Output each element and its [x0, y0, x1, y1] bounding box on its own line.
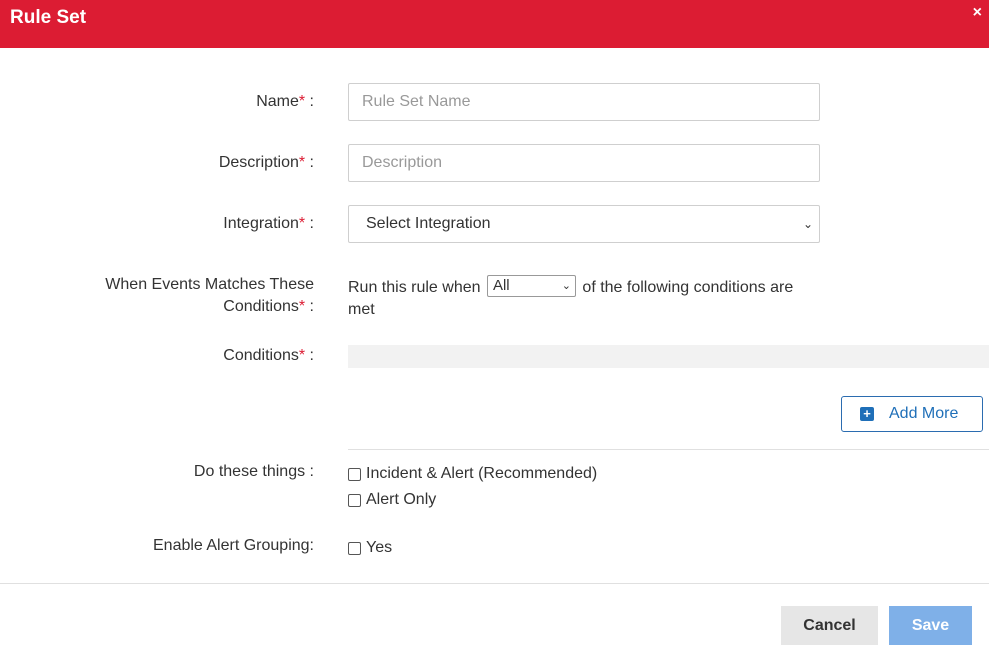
plus-square-icon: +	[860, 407, 874, 421]
rule-set-name-placeholder: Rule Set Name	[362, 93, 471, 110]
save-button[interactable]: Save	[889, 606, 972, 645]
description-label: Description* :	[218, 154, 314, 171]
actions-label: Do these things :	[193, 463, 314, 480]
rule-set-modal: Rule Set × Name* : Rule Set Name Descrip…	[0, 0, 989, 653]
chevron-down-icon: ⌄	[802, 217, 813, 231]
conditions-label: Conditions* :	[223, 347, 314, 364]
incident-alert-option: Incident & Alert (Recommended)	[348, 464, 597, 484]
integration-select[interactable]: Select Integration ⌄	[348, 205, 820, 243]
integration-selected-value: Select Integration	[366, 215, 491, 232]
incident-alert-checkbox[interactable]	[348, 467, 361, 481]
match-mode-select[interactable]: All ⌄	[486, 275, 576, 297]
alert-grouping-checkbox[interactable]	[348, 541, 361, 555]
add-more-button[interactable]: + Add More	[841, 396, 983, 432]
alert-grouping-label: Enable Alert Grouping:	[153, 537, 314, 554]
footer-divider	[0, 583, 989, 584]
run-rule-sentence: Run this rule when All ⌄ of the followin…	[348, 275, 794, 319]
integration-label: Integration* :	[223, 215, 314, 232]
modal-header: Rule Set ×	[0, 0, 989, 48]
alert-only-checkbox[interactable]	[348, 493, 361, 507]
cancel-button[interactable]: Cancel	[781, 606, 878, 645]
description-placeholder: Description	[362, 154, 443, 171]
rule-set-name-input[interactable]: Rule Set Name	[348, 83, 820, 121]
chevron-down-icon: ⌄	[561, 280, 571, 292]
conditions-container	[348, 345, 989, 368]
conditions-match-label: When Events Matches These Conditions* :	[105, 276, 314, 315]
description-input[interactable]: Description	[348, 144, 820, 182]
name-label: Name* :	[256, 93, 314, 110]
modal-title: Rule Set	[10, 7, 87, 28]
close-icon[interactable]: ×	[973, 4, 982, 22]
divider	[348, 449, 989, 450]
alert-grouping-option: Yes	[348, 538, 392, 558]
alert-only-option: Alert Only	[348, 490, 436, 510]
